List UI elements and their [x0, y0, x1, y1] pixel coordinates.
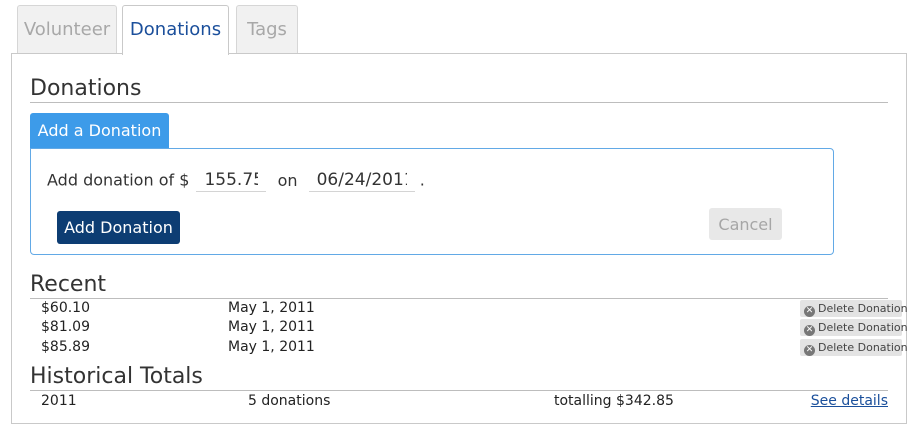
add-donation-header: Add a Donation: [30, 113, 169, 149]
amount-input[interactable]: [196, 168, 267, 192]
date-input[interactable]: [308, 168, 415, 192]
historical-row: 2011 5 donations totalling $342.85 See d…: [30, 391, 888, 411]
donation-date: May 1, 2011: [228, 300, 315, 316]
delete-donation-button[interactable]: ✕ Delete Donation: [800, 319, 908, 336]
tab-volunteer[interactable]: Volunteer: [17, 5, 117, 54]
donation-amount: $81.09: [41, 319, 90, 335]
donation-count: 5 donations: [248, 393, 331, 409]
tab-donations[interactable]: Donations: [122, 5, 229, 55]
add-donation-prefix: Add donation of $: [47, 170, 190, 190]
donation-row: $60.10 May 1, 2011 ✕ Delete Donation: [30, 299, 908, 318]
delete-donation-button[interactable]: ✕ Delete Donation: [800, 339, 908, 356]
donation-row: $85.89 May 1, 2011 ✕ Delete Donation: [30, 338, 908, 357]
donations-heading: Donations: [30, 76, 142, 101]
donation-date: May 1, 2011: [228, 319, 315, 335]
delete-label: Delete Donation: [818, 302, 908, 315]
cancel-button[interactable]: Cancel: [709, 208, 782, 240]
delete-label: Delete Donation: [818, 321, 908, 334]
history-year: 2011: [41, 393, 77, 409]
tab-tags[interactable]: Tags: [236, 5, 298, 54]
see-details-link[interactable]: See details: [811, 393, 888, 409]
donations-panel: Donations Add a Donation Add donation of…: [11, 53, 908, 424]
donation-amount: $85.89: [41, 339, 90, 355]
recent-heading: Recent: [30, 272, 107, 297]
close-circle-icon: ✕: [804, 325, 815, 336]
period: .: [419, 170, 425, 190]
donation-date: May 1, 2011: [228, 339, 315, 355]
add-donation-button[interactable]: Add Donation: [57, 211, 180, 244]
add-donation-form: Add donation of $ on . Add Donation Canc…: [30, 148, 834, 255]
delete-label: Delete Donation: [818, 341, 908, 354]
add-donation-line: Add donation of $ on .: [47, 168, 425, 192]
delete-donation-button[interactable]: ✕ Delete Donation: [800, 300, 908, 317]
close-circle-icon: ✕: [804, 345, 815, 356]
on-label: on: [277, 170, 298, 190]
donation-amount: $60.10: [41, 300, 90, 316]
donation-total: totalling $342.85: [554, 393, 674, 409]
divider: [30, 102, 888, 103]
close-circle-icon: ✕: [804, 306, 815, 317]
donation-row: $81.09 May 1, 2011 ✕ Delete Donation: [30, 318, 908, 337]
historical-totals-heading: Historical Totals: [30, 364, 203, 389]
